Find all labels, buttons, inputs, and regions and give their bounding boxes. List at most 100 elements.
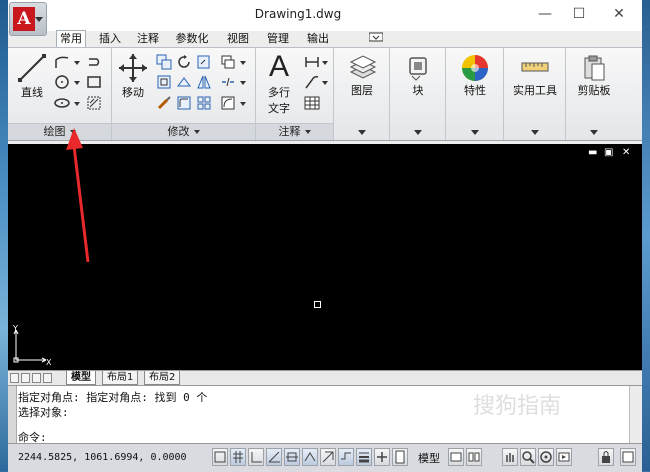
viewport-close-button[interactable]: ✕ [622,147,630,158]
trim2-button[interactable] [196,54,212,70]
mirror-button[interactable] [156,74,172,90]
block-label: 块 [412,84,424,97]
polyline-dropdown-icon[interactable] [74,61,80,65]
chevron-down-icon[interactable] [414,130,422,135]
rotate-button[interactable] [176,54,192,70]
panel-clipboard[interactable]: 剪贴板 [566,48,622,140]
mirror2-button[interactable] [196,74,212,90]
panel-label-annotation[interactable]: 注释 [256,123,333,140]
maximize-button[interactable]: ☐ [564,4,594,24]
move-icon [119,54,147,82]
command-window-grip[interactable] [8,386,17,444]
zoom-button[interactable] [520,448,536,466]
application-menu-button[interactable]: A [9,2,47,36]
utilities-button[interactable]: 实用工具 [508,54,562,98]
object-tracking-button[interactable] [302,448,318,466]
table-button[interactable] [304,95,320,111]
modify2-dropdown-icon[interactable] [240,81,246,85]
properties-button[interactable]: 特性 [452,54,498,98]
ortho-mode-button[interactable] [248,448,264,466]
modify3-dropdown-icon[interactable] [240,102,246,106]
text-label-line1: 多行 [268,86,290,99]
ucs-toggle-button[interactable] [320,448,336,466]
viewport-minimize-button[interactable]: ▬ [588,147,597,158]
grid-display-button[interactable] [230,448,246,466]
layout-tab-layout2[interactable]: 布局2 [144,371,181,385]
ribbon-options-button[interactable] [366,31,386,47]
chevron-down-icon[interactable] [471,130,479,135]
panel-properties[interactable]: 特性 [446,48,504,140]
next-layout-button[interactable] [32,373,41,383]
line-button[interactable]: 直线 [14,52,50,100]
circle-dropdown-icon[interactable] [74,81,80,85]
panel-utilities[interactable]: 实用工具 [504,48,566,140]
polyline-button[interactable] [54,54,70,70]
polar-tracking-button[interactable] [266,448,282,466]
clipboard-button[interactable]: 剪贴板 [570,54,618,98]
clean-screen-button[interactable] [620,448,636,466]
snap-mode-button[interactable] [212,448,228,466]
stretch-button[interactable] [176,74,192,90]
ellipse-dropdown-icon[interactable] [74,102,80,106]
multiline-text-button[interactable]: A 多行 文字 [260,50,298,116]
leader-button[interactable] [304,74,320,90]
scale-button[interactable] [156,95,172,111]
layers-button[interactable]: 图层 [340,54,384,98]
panel-label-modify[interactable]: 修改 [112,123,255,140]
copy-button[interactable] [156,54,172,70]
layout-tab-model[interactable]: 模型 [66,371,96,385]
draw-panel-title: 绘图 [43,125,66,138]
tab-manage[interactable]: 管理 [264,31,292,47]
array-button[interactable] [196,95,212,111]
model-space-label[interactable]: 模型 [418,450,440,466]
layout-tab-layout1[interactable]: 布局1 [102,371,139,385]
prev-layout-button[interactable] [21,373,30,383]
first-layout-button[interactable] [10,373,19,383]
hatch-button[interactable] [86,95,102,111]
dimension-button[interactable] [304,54,320,70]
move-button[interactable]: 移动 [116,52,150,100]
selection-cycling-button[interactable] [392,448,408,466]
dynamic-input-button[interactable] [338,448,354,466]
drawing-area[interactable]: ▬ ▣ ✕ Y X [8,144,642,370]
command-scrollbar[interactable] [629,386,642,444]
showmotion-button[interactable] [556,448,572,466]
tab-insert[interactable]: 插入 [96,31,124,47]
panel-label-draw[interactable]: 绘图 [8,123,111,140]
leader-dropdown-icon[interactable] [322,81,328,85]
trim-button[interactable] [86,54,102,70]
lineweight-button[interactable] [356,448,372,466]
fillet-button[interactable] [176,95,192,111]
chevron-down-icon[interactable] [590,130,598,135]
arc-button[interactable] [54,95,70,111]
quick-view-layouts-button[interactable] [448,448,464,466]
osnap-icon [286,452,298,462]
pan-button[interactable] [502,448,518,466]
block-button[interactable]: 块 [396,54,440,98]
quick-properties-button[interactable] [374,448,390,466]
toolbar-lock-button[interactable] [598,448,614,466]
tab-annotate[interactable]: 注释 [134,31,162,47]
modify-dropdown-icon[interactable] [240,61,246,65]
panel-block[interactable]: 块 [390,48,446,140]
circle-button[interactable] [54,74,70,90]
object-snap-button[interactable] [284,448,300,466]
chevron-down-icon[interactable] [531,130,539,135]
panel-layers[interactable]: 图层 [334,48,390,140]
tab-output[interactable]: 输出 [304,31,332,47]
steering-wheel-button[interactable] [538,448,554,466]
explode-button[interactable] [220,74,236,90]
offset-button[interactable] [220,95,236,111]
tab-view[interactable]: 视图 [224,31,252,47]
close-button[interactable]: ✕ [604,4,634,24]
minimize-button[interactable]: — [530,4,560,24]
tab-parametric[interactable]: 参数化 [172,31,212,47]
erase-button[interactable] [220,54,236,70]
chevron-down-icon[interactable] [358,130,366,135]
last-layout-button[interactable] [43,373,52,383]
rectangle-button[interactable] [86,74,102,90]
dimension-dropdown-icon[interactable] [322,61,328,65]
quick-view-drawings-button[interactable] [466,448,482,466]
tab-home[interactable]: 常用 [56,30,86,47]
viewport-restore-button[interactable]: ▣ [604,147,613,158]
